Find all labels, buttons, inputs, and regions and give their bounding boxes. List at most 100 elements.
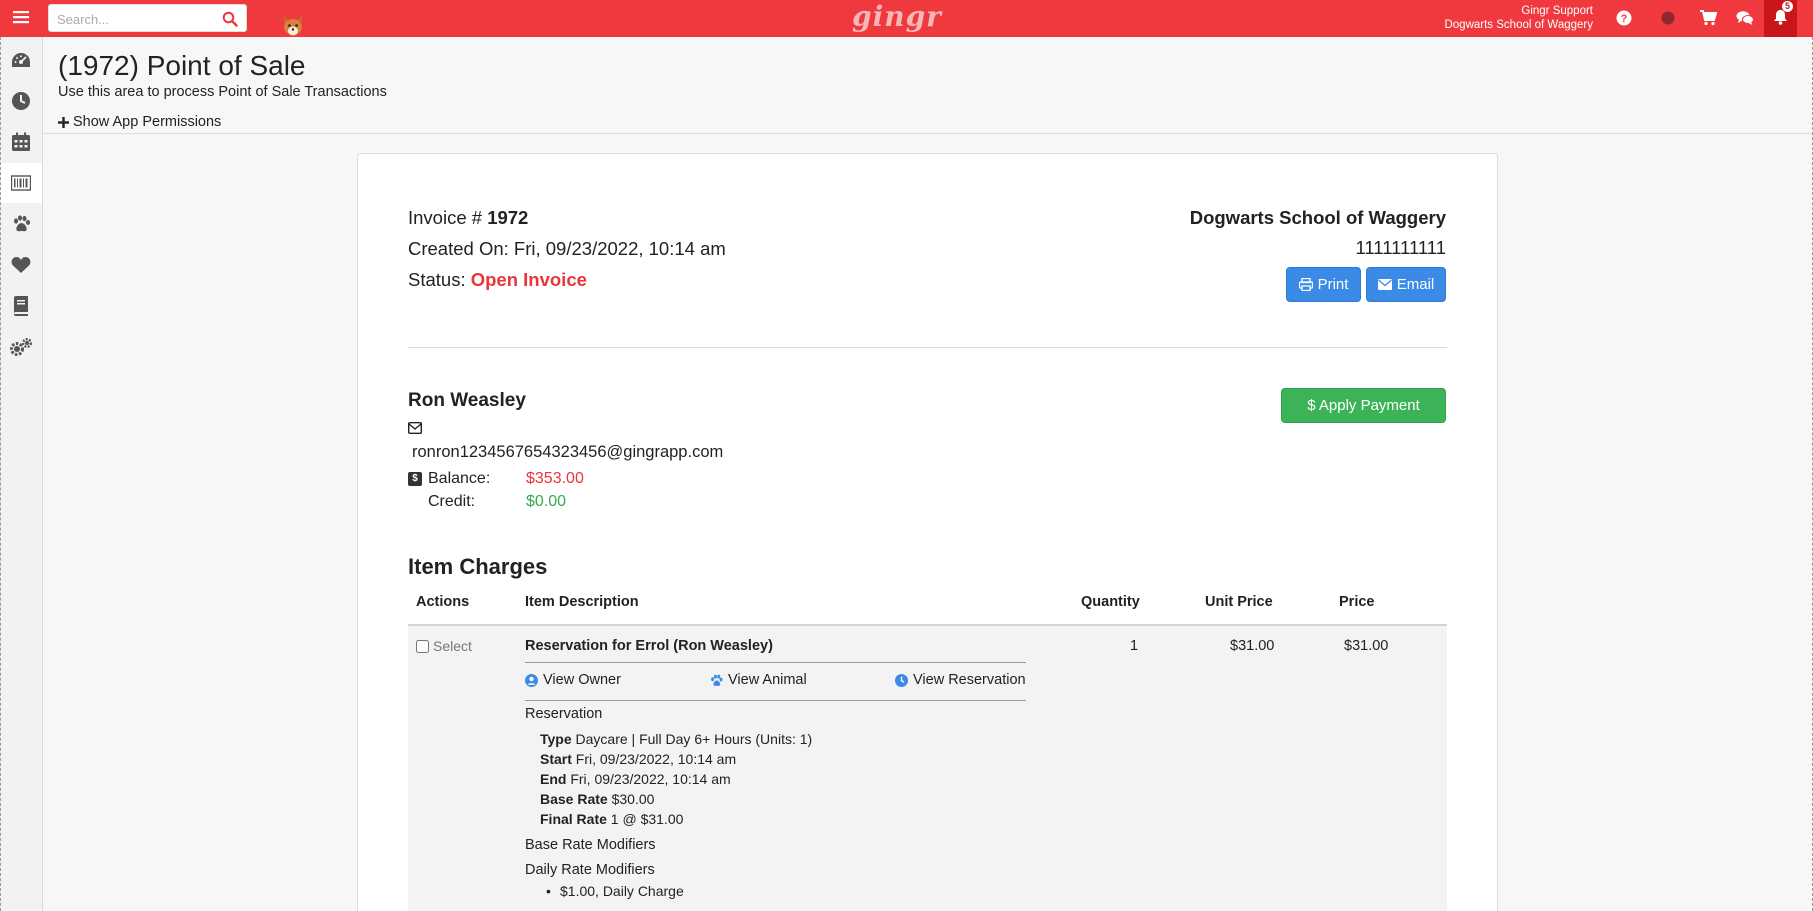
column-header-description: Item Description [525, 594, 639, 610]
invoice-number-line: Invoice # 1972 [408, 207, 528, 229]
reservation-end-value: Fri, 09/23/2022, 10:14 am [570, 771, 731, 787]
sidebar-item-dashboard[interactable] [0, 40, 42, 80]
invoice-divider [408, 347, 1447, 348]
envelope-icon [1377, 279, 1392, 290]
chat-icon[interactable] [1735, 8, 1755, 28]
reservation-base-rate-value: $30.00 [611, 791, 655, 807]
paw-icon [14, 215, 30, 232]
cart-icon[interactable] [1698, 8, 1718, 28]
dashboard-icon [12, 53, 30, 67]
sidebar-item-history[interactable] [0, 81, 42, 121]
reservation-section-label: Reservation [525, 706, 603, 722]
apply-payment-label: $ Apply Payment [1307, 397, 1420, 414]
invoice-created-line: Created On: Fri, 09/23/2022, 10:14 am [408, 238, 726, 260]
invoice-card: Invoice # 1972 Created On: Fri, 09/23/20… [357, 153, 1498, 911]
help-icon[interactable]: ? [1614, 8, 1634, 28]
balance-label: Balance: [428, 470, 491, 487]
notification-count-badge: 5 [1782, 1, 1793, 12]
organization-name: Dogwarts School of Waggery [1189, 207, 1446, 228]
reservation-end-label: End [540, 771, 567, 787]
reservation-type-label: Type [540, 731, 572, 747]
reservation-final-rate: Final Rate 1 @ $31.00 [540, 811, 683, 827]
print-button[interactable]: Print [1286, 267, 1361, 302]
email-button-label: Email [1396, 276, 1435, 293]
fox-mascot-icon [283, 14, 303, 36]
sidebar-item-reports[interactable] [0, 286, 42, 326]
apply-payment-button[interactable]: $ Apply Payment [1281, 388, 1446, 423]
column-header-actions: Actions [416, 594, 470, 610]
row-links-top-rule [525, 662, 1026, 663]
invoice-status: Open Invoice [470, 269, 587, 290]
search-input[interactable] [57, 9, 217, 29]
book-icon [14, 296, 28, 316]
user-org: Dogwarts School of Waggery [1444, 19, 1593, 31]
row-price: $31.00 [1344, 638, 1389, 654]
view-animal-link[interactable]: View Animal [710, 672, 807, 688]
balance-value: $353.00 [526, 470, 584, 487]
daily-rate-modifiers-label: Daily Rate Modifiers [525, 862, 655, 878]
invoice-created-date: Fri, 09/23/2022, 10:14 am [513, 238, 726, 259]
header-divider [43, 133, 1813, 134]
sidebar [0, 37, 43, 911]
sidebar-item-favorites[interactable] [0, 245, 42, 285]
page-title: (1972) Point of Sale [58, 50, 306, 81]
invoice-number-label: Invoice # [408, 207, 483, 228]
reservation-start-value: Fri, 09/23/2022, 10:14 am [575, 751, 737, 767]
credit-label: Credit: [428, 493, 476, 510]
row-select[interactable]: Select [416, 638, 472, 654]
sidebar-item-settings[interactable] [0, 327, 42, 367]
paw-icon [711, 674, 723, 686]
gears-icon [10, 338, 32, 356]
reservation-start: Start Fri, 09/23/2022, 10:14 am [540, 751, 736, 767]
invoice-created-label: Created On: [408, 238, 509, 259]
email-button[interactable]: Email [1366, 267, 1446, 302]
show-app-permissions-label: Show App Permissions [73, 114, 222, 130]
clock-icon [895, 673, 908, 687]
invoice-number: 1972 [487, 207, 529, 228]
left-frame-border [0, 37, 1, 911]
row-unit-price: $31.00 [1230, 638, 1275, 654]
calendar-icon [12, 132, 30, 151]
customer-name[interactable]: Ron Weasley [408, 390, 526, 412]
view-reservation-link[interactable]: View Reservation [895, 672, 1026, 688]
user-info[interactable]: Gingr Support Dogwarts School of Waggery [1444, 4, 1593, 32]
view-owner-link[interactable]: View Owner [525, 672, 621, 688]
sidebar-item-calendar[interactable] [0, 122, 42, 162]
column-header-quantity: Quantity [1081, 594, 1140, 610]
show-app-permissions-link[interactable]: Show App Permissions [58, 114, 221, 130]
row-quantity: 1 [1130, 638, 1139, 654]
reservation-end: End Fri, 09/23/2022, 10:14 am [540, 771, 731, 787]
status-dot-icon[interactable] [1658, 8, 1678, 28]
hamburger-menu-icon[interactable] [10, 8, 32, 28]
invoice-status-label: Status: [408, 269, 466, 290]
sidebar-item-animals[interactable] [0, 204, 42, 244]
organization-phone: 1111111111 [1355, 237, 1446, 258]
envelope-icon [408, 422, 422, 434]
user-name: Gingr Support [1521, 5, 1593, 17]
barcode-icon [11, 175, 31, 191]
customer-email[interactable]: ronron1234567654323456@gingrapp.com [412, 443, 723, 462]
heart-icon [11, 257, 31, 273]
print-icon [1298, 278, 1313, 291]
view-owner-label: View Owner [543, 672, 621, 688]
row-select-checkbox[interactable] [416, 639, 429, 653]
search-icon[interactable] [222, 11, 238, 27]
gingr-logo[interactable]: gingr [852, 0, 941, 37]
top-bar: gingr Gingr Support Dogwarts School of W… [0, 0, 1813, 37]
notifications-button[interactable]: 5 [1764, 0, 1797, 37]
row-select-label: Select [433, 638, 472, 654]
reservation-start-label: Start [540, 751, 572, 767]
reservation-base-rate: Base Rate $30.00 [540, 791, 654, 807]
svg-text:?: ? [1621, 13, 1628, 25]
clock-icon [12, 92, 30, 110]
page-subtitle: Use this area to process Point of Sale T… [58, 84, 387, 100]
sidebar-item-point-of-sale[interactable] [0, 163, 42, 203]
base-rate-modifiers-label: Base Rate Modifiers [525, 837, 656, 853]
user-circle-icon [525, 673, 538, 687]
item-charges-title: Item Charges [408, 554, 548, 579]
reservation-base-rate-label: Base Rate [540, 791, 608, 807]
reservation-final-rate-label: Final Rate [540, 811, 607, 827]
credit-value: $0.00 [526, 493, 567, 510]
view-animal-label: View Animal [728, 672, 807, 688]
column-header-price: Price [1339, 594, 1375, 610]
